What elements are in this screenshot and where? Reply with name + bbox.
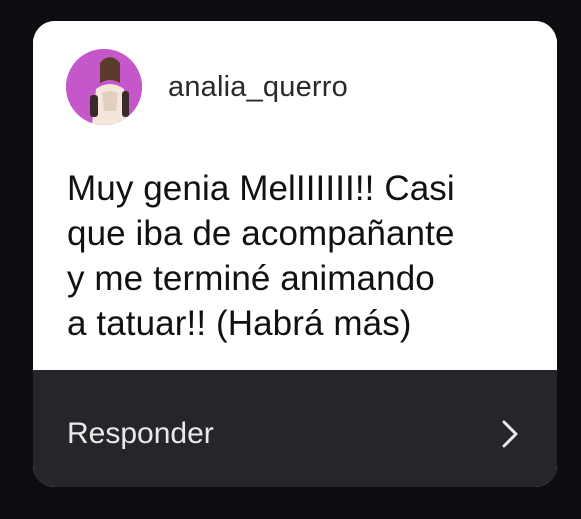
username[interactable]: analia_querro [168, 71, 348, 104]
avatar[interactable] [66, 49, 142, 125]
message-header: analia_querro [66, 49, 348, 125]
message-text: Muy genia MelIIIIII!! Casi que iba de ac… [67, 169, 455, 343]
reply-button[interactable]: Responder [33, 370, 557, 487]
message-content-area: analia_querro Muy genia MelIIIIII!! Casi… [33, 21, 557, 370]
message-reply-card: analia_querro Muy genia MelIIIIII!! Casi… [33, 21, 557, 487]
chevron-right-icon [502, 420, 518, 447]
avatar-photo-icon [66, 49, 142, 125]
reply-label: Responder [67, 416, 214, 450]
